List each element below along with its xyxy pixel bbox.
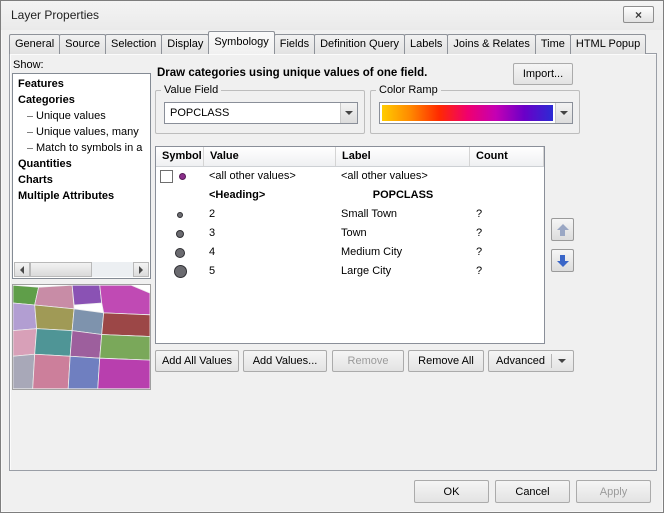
show-item-unique-values-many[interactable]: Unique values, many	[13, 124, 150, 140]
scrollbar-track[interactable]	[92, 262, 133, 277]
advanced-button-label: Advanced	[496, 355, 545, 367]
value-field-combobox[interactable]: POPCLASS	[164, 102, 358, 124]
color-ramp-combobox[interactable]	[379, 102, 573, 124]
show-item-quantities[interactable]: Quantities	[13, 156, 150, 172]
button-divider	[551, 354, 552, 368]
show-item-features[interactable]: Features	[13, 76, 150, 92]
color-ramp-preview	[382, 105, 553, 121]
arrow-down-icon	[557, 255, 569, 267]
cancel-button[interactable]: Cancel	[495, 480, 570, 503]
row-count: ?	[470, 262, 544, 281]
tab-general[interactable]: General	[9, 34, 60, 54]
color-ramp-group: Color Ramp	[370, 84, 580, 134]
row-label: Town	[336, 224, 470, 243]
scroll-right-button[interactable]	[133, 262, 149, 277]
arrow-up-icon	[557, 224, 569, 236]
tab-labels[interactable]: Labels	[404, 34, 448, 54]
header-label: Label	[336, 147, 470, 166]
point-symbol-icon[interactable]	[179, 173, 186, 180]
tab-symbology[interactable]: Symbology	[208, 31, 274, 54]
row-label: POPCLASS	[336, 186, 470, 205]
add-all-values-button[interactable]: Add All Values	[155, 350, 239, 372]
row-count: ?	[470, 243, 544, 262]
show-item-multiple-attributes[interactable]: Multiple Attributes	[13, 188, 150, 204]
show-item-charts[interactable]: Charts	[13, 172, 150, 188]
window-title: Layer Properties	[11, 8, 99, 22]
row-value: 4	[204, 243, 336, 262]
title-bar[interactable]: Layer Properties ×	[1, 1, 663, 30]
tab-display[interactable]: Display	[161, 34, 209, 54]
values-table: Symbol Value Label Count <all other valu…	[155, 146, 545, 344]
show-item-unique-values[interactable]: Unique values	[13, 108, 150, 124]
row-value: <Heading>	[204, 186, 336, 205]
scroll-left-icon	[20, 266, 24, 274]
scroll-right-icon	[139, 266, 143, 274]
value-field-group: Value Field POPCLASS	[155, 84, 365, 134]
header-symbol: Symbol	[156, 147, 204, 166]
map-image	[13, 285, 150, 389]
chevron-down-icon	[555, 103, 572, 123]
table-row[interactable]: 2 Small Town ?	[156, 205, 544, 224]
graduated-circle-icon[interactable]	[174, 265, 187, 278]
graduated-circle-icon[interactable]	[175, 248, 185, 258]
table-row[interactable]: 4 Medium City ?	[156, 243, 544, 262]
row-value: 2	[204, 205, 336, 224]
all-other-values-checkbox[interactable]	[160, 170, 173, 183]
show-listbox: Features Categories Unique values Unique…	[12, 73, 151, 279]
row-value: 5	[204, 262, 336, 281]
scrollbar-thumb[interactable]	[30, 262, 92, 277]
remove-all-button[interactable]: Remove All	[408, 350, 484, 372]
table-row-heading[interactable]: <Heading> POPCLASS	[156, 186, 544, 205]
remove-button: Remove	[332, 350, 404, 372]
tab-source[interactable]: Source	[59, 34, 106, 54]
tab-selection[interactable]: Selection	[105, 34, 162, 54]
graduated-circle-icon[interactable]	[177, 212, 183, 218]
graduated-circle-icon[interactable]	[176, 230, 184, 238]
tab-joins-relates[interactable]: Joins & Relates	[447, 34, 535, 54]
table-row[interactable]: 5 Large City ?	[156, 262, 544, 281]
symbology-tab-page: Show: Features Categories Unique values …	[9, 53, 657, 471]
tab-definition-query[interactable]: Definition Query	[314, 34, 405, 54]
row-label: Large City	[336, 262, 470, 281]
header-value: Value	[204, 147, 336, 166]
move-up-button[interactable]	[551, 218, 574, 241]
chevron-down-icon	[340, 103, 357, 123]
ok-button[interactable]: OK	[414, 480, 489, 503]
tab-time[interactable]: Time	[535, 34, 571, 54]
layer-preview-map	[12, 284, 151, 390]
table-header: Symbol Value Label Count	[156, 147, 544, 167]
import-button[interactable]: Import...	[513, 63, 573, 85]
show-item-categories[interactable]: Categories	[13, 92, 150, 108]
add-values-button[interactable]: Add Values...	[243, 350, 327, 372]
tab-fields[interactable]: Fields	[274, 34, 315, 54]
show-item-match-symbols[interactable]: Match to symbols in a	[13, 140, 150, 156]
chevron-down-icon	[558, 359, 566, 363]
tab-strip: General Source Selection Display Symbolo…	[9, 31, 645, 54]
apply-button: Apply	[576, 480, 651, 503]
row-label: Medium City	[336, 243, 470, 262]
color-ramp-label: Color Ramp	[376, 84, 441, 96]
row-count: ?	[470, 205, 544, 224]
close-icon: ×	[635, 9, 642, 21]
listbox-horizontal-scrollbar[interactable]	[14, 262, 149, 277]
value-field-label: Value Field	[161, 84, 221, 96]
panel-description: Draw categories using unique values of o…	[157, 67, 427, 79]
close-button[interactable]: ×	[623, 6, 654, 23]
row-value: 3	[204, 224, 336, 243]
table-row[interactable]: <all other values> <all other values>	[156, 167, 544, 186]
advanced-button[interactable]: Advanced	[488, 350, 574, 372]
header-count: Count	[470, 147, 544, 166]
move-down-button[interactable]	[551, 249, 574, 272]
row-count: ?	[470, 224, 544, 243]
row-label: Small Town	[336, 205, 470, 224]
tab-html-popup[interactable]: HTML Popup	[570, 34, 646, 54]
row-value: <all other values>	[204, 167, 336, 186]
table-row[interactable]: 3 Town ?	[156, 224, 544, 243]
scroll-left-button[interactable]	[14, 262, 30, 277]
value-field-selected: POPCLASS	[165, 103, 340, 123]
show-label: Show:	[13, 59, 44, 71]
row-label: <all other values>	[336, 167, 470, 186]
layer-properties-dialog: Layer Properties × General Source Select…	[0, 0, 664, 513]
